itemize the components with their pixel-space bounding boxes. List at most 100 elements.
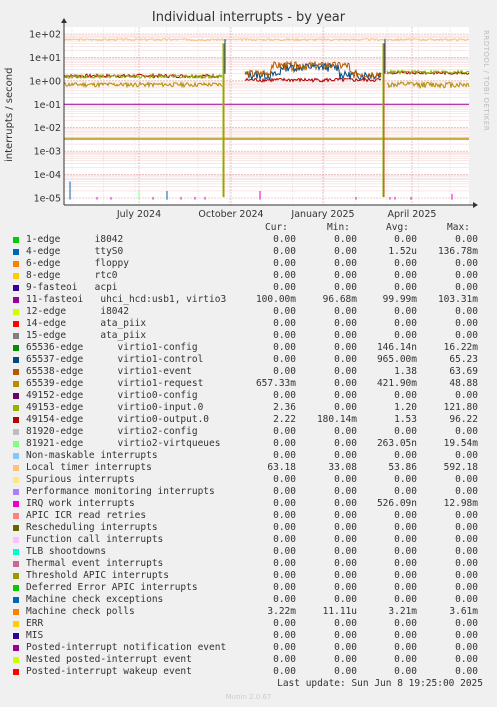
legend-avg-value: 0.00 xyxy=(394,450,417,461)
legend-max-value: 0.00 xyxy=(455,594,478,605)
legend-cur-value: 63.18 xyxy=(267,462,296,473)
legend-max-value: 65.23 xyxy=(449,354,478,365)
legend-label: 65537-edge virtio1-control xyxy=(26,354,204,365)
legend-max-value: 0.00 xyxy=(455,270,478,281)
legend-min-value: 0.00 xyxy=(334,522,357,533)
legend-label: Local timer interrupts xyxy=(26,462,152,473)
legend-row: 49152-edge virtio0-config 0.00 0.00 0.00 0.0… xyxy=(0,390,497,402)
legend-swatch xyxy=(13,285,19,291)
legend-swatch xyxy=(13,597,19,603)
legend-cur-value: 0.00 xyxy=(273,342,296,353)
legend-cur-value: 0.00 xyxy=(273,522,296,533)
legend-min-value: 0.00 xyxy=(334,666,357,677)
legend-row: 65536-edge virtio1-config 0.00 0.00 146.14n… xyxy=(0,342,497,354)
legend-swatch xyxy=(13,357,19,363)
legend-cur-value: 0.00 xyxy=(273,486,296,497)
legend-row: 49154-edge virtio0-output.0 2.22 180.14m 1.… xyxy=(0,414,497,426)
legend-max-value: 103.31m xyxy=(437,294,478,305)
x-axis-arrow xyxy=(473,202,478,208)
legend-avg-value: 0.00 xyxy=(394,594,417,605)
last-update: Last update: Sun Jun 8 19:25:00 2025 xyxy=(277,678,483,689)
legend-swatch xyxy=(13,633,19,639)
legend-avg-value: 0.00 xyxy=(394,306,417,317)
legend-label: Machine check exceptions xyxy=(26,594,164,605)
legend-swatch xyxy=(13,669,19,675)
legend-label: 81920-edge virtio2-config xyxy=(26,426,198,437)
legend-cur-value: 0.00 xyxy=(273,270,296,281)
legend-avg-value: 0.00 xyxy=(394,654,417,665)
legend-cur-value: 0.00 xyxy=(273,474,296,485)
legend-swatch xyxy=(13,249,19,255)
legend-label: ERR xyxy=(26,618,44,629)
legend-min-value: 0.00 xyxy=(334,474,357,485)
legend-cur-value: 0.00 xyxy=(273,246,296,257)
legend-avg-value: 0.00 xyxy=(394,258,417,269)
legend-min-value: 0.00 xyxy=(334,330,357,341)
legend-swatch xyxy=(13,573,19,579)
legend-cur-value: 0.00 xyxy=(273,330,296,341)
legend-avg-value: 3.21m xyxy=(388,606,417,617)
legend-max-value: 0.00 xyxy=(455,450,478,461)
legend-cur-value: 0.00 xyxy=(273,630,296,641)
legend-max-value: 0.00 xyxy=(455,486,478,497)
legend-max-value: 0.00 xyxy=(455,258,478,269)
legend-row: Nested posted-interrupt event 0.00 0.00 0.0… xyxy=(0,654,497,666)
legend-row: Posted-interrupt notification event 0.00 0… xyxy=(0,642,497,654)
legend-cur-value: 0.00 xyxy=(273,234,296,245)
legend-min-value: 0.00 xyxy=(334,594,357,605)
legend-max-value: 0.00 xyxy=(455,390,478,401)
legend-max-value: 0.00 xyxy=(455,534,478,545)
legend-max-value: 19.54m xyxy=(443,438,478,449)
y-tick-label: 1e+01 xyxy=(29,53,61,64)
legend-avg-value: 0.00 xyxy=(394,390,417,401)
legend-label: 49153-edge virtio0-input.0 xyxy=(26,402,204,413)
legend-min-value: 96.68m xyxy=(322,294,357,305)
legend-min-value: 0.00 xyxy=(334,234,357,245)
legend-label: IRQ work interrupts xyxy=(26,498,135,509)
legend-swatch xyxy=(13,441,19,447)
legend-avg-value: 0.00 xyxy=(394,534,417,545)
legend-max-value: 0.00 xyxy=(455,474,478,485)
legend-avg-value: 0.00 xyxy=(394,666,417,677)
legend-swatch xyxy=(13,513,19,519)
legend-min-value: 0.00 xyxy=(334,402,357,413)
legend-row: Performance monitoring interrupts 0.00 0.0… xyxy=(0,486,497,498)
legend-header-max: Max: xyxy=(447,222,470,233)
legend-cur-value: 0.00 xyxy=(273,546,296,557)
legend-min-value: 0.00 xyxy=(334,258,357,269)
legend-swatch xyxy=(13,549,19,555)
legend-min-value: 0.00 xyxy=(334,282,357,293)
legend-avg-value: 421.90m xyxy=(376,378,417,389)
legend-avg-value: 0.00 xyxy=(394,558,417,569)
legend-min-value: 0.00 xyxy=(334,642,357,653)
legend-avg-value: 0.00 xyxy=(394,582,417,593)
legend-max-value: 0.00 xyxy=(455,234,478,245)
legend-header-avg: Avg: xyxy=(386,222,409,233)
legend-cur-value: 0.00 xyxy=(273,618,296,629)
legend-min-value: 0.00 xyxy=(334,498,357,509)
legend-avg-value: 99.99m xyxy=(382,294,417,305)
legend-row: Thermal event interrupts 0.00 0.00 0.00 0.00 xyxy=(0,558,497,570)
legend-header-cur: Cur: xyxy=(265,222,288,233)
legend-label: 1-edge i8042 xyxy=(26,234,124,245)
legend-max-value: 0.00 xyxy=(455,666,478,677)
legend-swatch xyxy=(13,297,19,303)
x-tick-label: January 2025 xyxy=(290,209,354,220)
legend-label: Performance monitoring interrupts xyxy=(26,486,215,497)
legend-max-value: 0.00 xyxy=(455,330,478,341)
legend-row: 49153-edge virtio0-input.0 2.36 0.00 1.20 12… xyxy=(0,402,497,414)
legend-max-value: 0.00 xyxy=(455,426,478,437)
legend-row: 6-edge floppy 0.00 0.00 0.00 0.00 xyxy=(0,258,497,270)
x-tick-label: October 2024 xyxy=(198,209,263,220)
legend-swatch xyxy=(13,429,19,435)
legend-min-value: 0.00 xyxy=(334,378,357,389)
legend-min-value: 0.00 xyxy=(334,534,357,545)
legend-row: 14-edge ata_piix 0.00 0.00 0.00 0.00 xyxy=(0,318,497,330)
legend-label: 12-edge i8042 xyxy=(26,306,129,317)
legend-min-value: 0.00 xyxy=(334,426,357,437)
legend-avg-value: 0.00 xyxy=(394,474,417,485)
legend-min-value: 11.11u xyxy=(322,606,357,617)
legend-max-value: 48.88 xyxy=(449,378,478,389)
legend-min-value: 0.00 xyxy=(334,582,357,593)
legend-avg-value: 1.52u xyxy=(388,246,417,257)
